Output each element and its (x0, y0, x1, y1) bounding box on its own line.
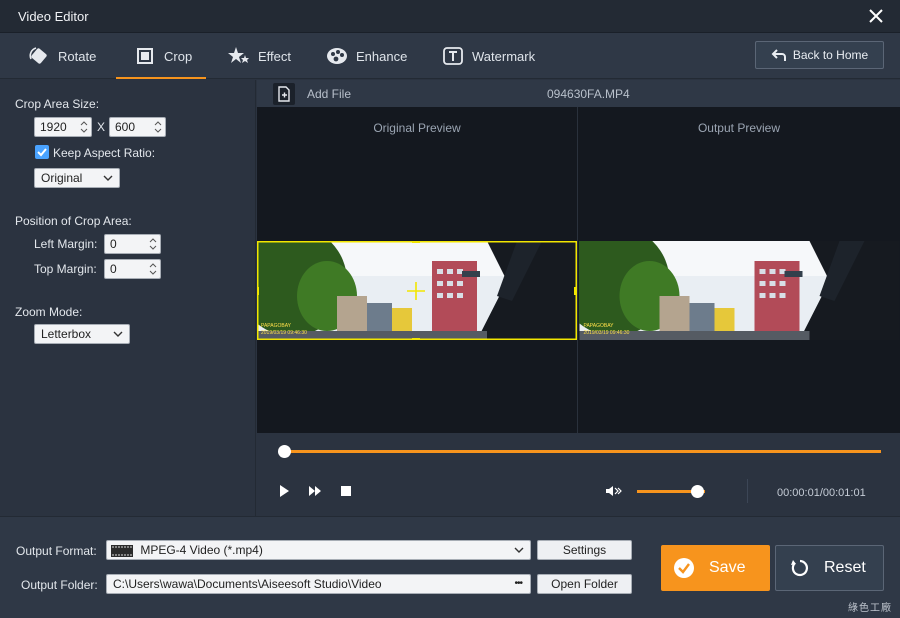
output-folder-value: C:\Users\wawa\Documents\Aiseesoft Studio… (113, 577, 382, 591)
back-arrow-icon (771, 49, 786, 61)
time-divider (747, 479, 748, 503)
tab-label: Enhance (356, 48, 408, 64)
file-bar: Add File 094630FA.MP4 (257, 80, 900, 107)
rotate-icon (29, 47, 47, 64)
crop-width-value: 1920 (40, 120, 67, 134)
playback-controls: 00:00:01/00:01:01 (257, 433, 900, 516)
reset-icon (791, 559, 808, 577)
save-button[interactable]: Save (661, 545, 770, 591)
top-margin-input[interactable]: 0 (104, 259, 161, 279)
effect-icon (228, 47, 249, 63)
browse-folder-button[interactable]: ••• (514, 575, 522, 593)
tab-enhance[interactable]: Enhance (326, 33, 407, 79)
tab-crop[interactable]: Crop (116, 33, 206, 79)
chevron-down-icon (514, 547, 524, 553)
reset-label: Reset (824, 559, 866, 576)
crop-handle-bottom (412, 338, 420, 340)
volume-handle[interactable] (690, 485, 704, 498)
window-title: Video Editor (18, 9, 89, 24)
spinner-arrows-icon[interactable] (80, 120, 88, 134)
crop-frame[interactable] (257, 241, 577, 340)
tab-bar: Rotate Crop Effect Enhance Watermark Bac… (0, 33, 900, 79)
crop-height-input[interactable]: 600 (109, 117, 166, 137)
settings-button[interactable]: Settings (537, 540, 632, 560)
fast-forward-icon[interactable] (308, 484, 322, 498)
tab-label: Effect (258, 48, 292, 64)
left-margin-value: 0 (110, 237, 117, 251)
crop-handle-left (257, 287, 259, 295)
left-margin-input[interactable]: 0 (104, 234, 161, 254)
checkmark-icon (37, 148, 47, 157)
back-to-home-label: Back to Home (792, 48, 869, 62)
stop-icon[interactable] (340, 485, 354, 499)
output-preview-caption: Output Preview (697, 121, 781, 135)
play-icon[interactable] (277, 484, 291, 498)
left-margin-label: Left Margin: (34, 237, 98, 251)
mpeg-format-icon (111, 544, 133, 557)
output-video-frame: PAPAGOBAY 2019/03/19 09:46:30 (579, 241, 900, 340)
time-readout: 00:00:01/00:01:01 (777, 487, 866, 499)
street-scene-output-image: PAPAGOBAY 2019/03/19 09:46:30 (579, 241, 900, 340)
spinner-arrows-icon[interactable] (154, 120, 162, 134)
aspect-ratio-value: Original (41, 171, 83, 185)
volume-icon[interactable] (605, 484, 623, 498)
output-format-value: MPEG-4 Video (*.mp4) (140, 543, 263, 557)
crop-area-size-label: Crop Area Size: (15, 97, 100, 111)
crop-width-input[interactable]: 1920 (34, 117, 92, 137)
watermark-icon (443, 47, 463, 65)
tab-effect[interactable]: Effect (228, 33, 291, 79)
add-file-label[interactable]: Add File (307, 87, 351, 101)
top-margin-label: Top Margin: (34, 262, 97, 276)
output-format-select[interactable]: MPEG-4 Video (*.mp4) (106, 540, 531, 560)
crop-handle-right (574, 287, 577, 295)
watermark-text: 綠色工廠 (848, 603, 892, 614)
spinner-arrows-icon[interactable] (149, 262, 157, 276)
enhance-icon (327, 48, 347, 64)
output-bar: Output Format: MPEG-4 Video (*.mp4) Sett… (0, 516, 900, 618)
crop-handle-top (412, 241, 420, 243)
timeline-slider[interactable] (285, 450, 881, 453)
keep-aspect-label: Keep Aspect Ratio: (53, 146, 156, 160)
file-name: 094630FA.MP4 (547, 87, 630, 101)
zoom-mode-value: Letterbox (41, 327, 92, 341)
tab-rotate[interactable]: Rotate (28, 33, 96, 79)
close-icon[interactable] (866, 6, 886, 26)
reset-button[interactable]: Reset (775, 545, 884, 591)
output-folder-input[interactable]: C:\Users\wawa\Documents\Aiseesoft Studio… (106, 574, 531, 594)
spinner-arrows-icon[interactable] (149, 237, 157, 251)
tab-watermark[interactable]: Watermark (442, 33, 535, 79)
add-file-icon[interactable] (273, 83, 295, 105)
back-to-home-button[interactable]: Back to Home (755, 41, 884, 69)
original-preview-caption: Original Preview (373, 121, 461, 135)
crop-settings-panel: Crop Area Size: 1920 X 600 Keep Aspect R… (0, 80, 256, 516)
crop-center-crosshair-icon (407, 282, 425, 300)
tab-label: Watermark (472, 48, 536, 64)
zoom-mode-label: Zoom Mode: (15, 305, 83, 319)
crop-height-value: 600 (115, 120, 136, 134)
keep-aspect-checkbox[interactable] (35, 145, 49, 159)
aspect-ratio-select[interactable]: Original (34, 168, 120, 188)
crop-icon (137, 48, 153, 64)
open-folder-button[interactable]: Open Folder (537, 574, 632, 594)
zoom-mode-select[interactable]: Letterbox (34, 324, 130, 344)
chevron-down-icon (113, 331, 123, 337)
checkmark-circle-icon (674, 558, 694, 578)
output-folder-label: Output Folder: (21, 578, 98, 592)
video-stamp-line2: 2019/03/19 09:46:30 (584, 330, 630, 336)
video-stamp-line1: PAPAGOBAY (584, 323, 615, 329)
save-label: Save (709, 559, 746, 576)
crop-position-label: Position of Crop Area: (15, 214, 132, 228)
chevron-down-icon (103, 175, 113, 181)
tab-label: Crop (164, 48, 193, 64)
top-margin-value: 0 (110, 262, 117, 276)
preview-area: Add File 094630FA.MP4 Original Preview O… (257, 80, 900, 516)
title-bar: Video Editor (0, 0, 900, 33)
output-format-label: Output Format: (16, 544, 97, 558)
tab-label: Rotate (58, 48, 97, 64)
timeline-handle[interactable] (278, 445, 291, 458)
size-separator: X (97, 120, 106, 134)
